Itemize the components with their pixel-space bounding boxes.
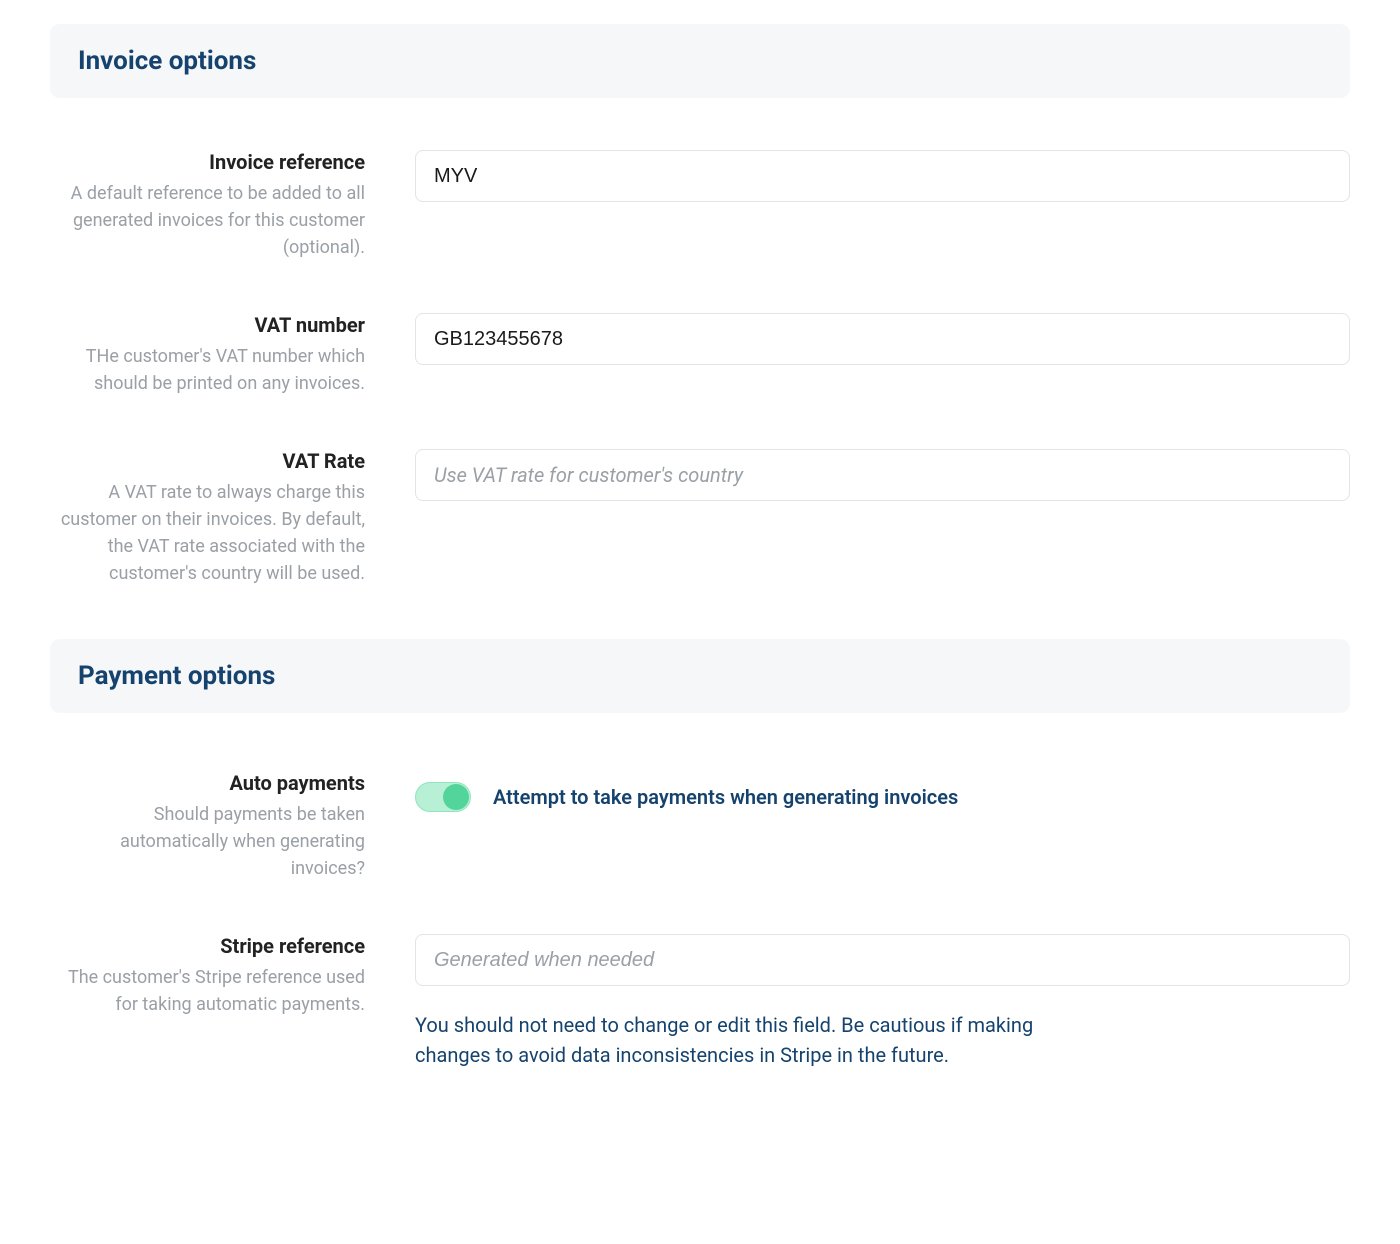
stripe-reference-note: You should not need to change or edit th…: [415, 1010, 1095, 1070]
vat-rate-select[interactable]: Use VAT rate for customer's country: [415, 449, 1350, 501]
vat-number-row: VAT number THe customer's VAT number whi…: [50, 313, 1350, 397]
stripe-reference-hint: The customer's Stripe reference used for…: [68, 967, 365, 1015]
payment-options-header: Payment options: [50, 639, 1350, 713]
auto-payments-row: Auto payments Should payments be taken a…: [50, 771, 1350, 882]
vat-rate-label: VAT Rate: [50, 449, 365, 473]
invoice-reference-input[interactable]: [415, 150, 1350, 202]
stripe-reference-label: Stripe reference: [50, 934, 365, 958]
vat-number-label: VAT number: [50, 313, 365, 337]
auto-payments-hint: Should payments be taken automatically w…: [120, 804, 365, 879]
vat-number-input[interactable]: [415, 313, 1350, 365]
auto-payments-toggle-label: Attempt to take payments when generating…: [493, 785, 958, 809]
vat-number-hint: THe customer's VAT number which should b…: [86, 346, 365, 394]
invoice-reference-row: Invoice reference A default reference to…: [50, 150, 1350, 261]
stripe-reference-row: Stripe reference The customer's Stripe r…: [50, 934, 1350, 1070]
vat-rate-row: VAT Rate A VAT rate to always charge thi…: [50, 449, 1350, 587]
auto-payments-toggle[interactable]: [415, 782, 471, 812]
stripe-reference-input[interactable]: [415, 934, 1350, 986]
payment-options-title: Payment options: [78, 661, 1322, 691]
invoice-options-header: Invoice options: [50, 24, 1350, 98]
invoice-options-title: Invoice options: [78, 46, 1322, 76]
invoice-reference-label: Invoice reference: [50, 150, 365, 174]
invoice-reference-hint: A default reference to be added to all g…: [71, 183, 365, 258]
auto-payments-label: Auto payments: [50, 771, 365, 795]
vat-rate-hint: A VAT rate to always charge this custome…: [61, 482, 365, 584]
